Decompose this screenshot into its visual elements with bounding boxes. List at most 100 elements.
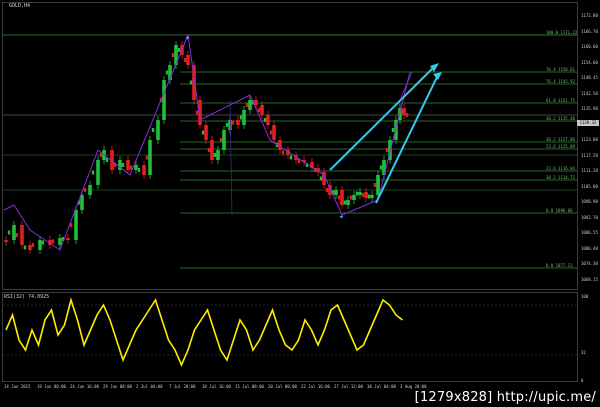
candle-body [289,155,293,160]
candle-body [183,58,187,62]
candle-body [222,130,226,150]
candle-body [129,165,133,170]
candle-body [367,194,371,199]
fibo-label: 38.2 1135.40 [546,116,575,121]
candle-body [355,191,359,196]
candle-body [142,165,146,175]
candle-body [7,230,11,235]
candle-body [216,150,220,160]
candle-body [23,245,27,250]
candle-body [385,148,389,152]
price-tick-label: 1172.80 [581,13,598,18]
candle-body [370,195,374,198]
candle-body [171,53,175,57]
vertical-line [229,99,233,216]
candle-body [151,128,155,132]
price-tick-label: 1080.40 [581,245,598,251]
time-tick-label: 30 Jul 04:00 [367,384,396,389]
fibo-label: 100.0 1171.22 [546,30,578,35]
price-tick-label: 1166.70 [581,28,598,34]
candle-body [15,233,19,237]
time-tick-label: 19 Jun 00:00 [37,384,66,389]
candle-body [80,195,84,210]
candle-body [254,100,258,105]
candle-body [156,120,160,140]
candle-body [28,245,32,250]
candle-body [121,163,125,167]
candle-body [340,190,344,205]
candle-body [242,110,246,125]
price-tick-label: 1086.55 [581,230,598,235]
fibo-label: 0.0 1096.86 [546,208,573,213]
candle-body [269,130,273,135]
candle-body [83,188,87,192]
candle-body [126,160,130,170]
candle-body [245,103,249,107]
candle-body [346,200,350,205]
candle-body [379,165,383,170]
candle-body [236,120,240,125]
candle-body [66,238,70,240]
candle-body [96,160,100,185]
candlesticks [4,41,409,254]
fibo-label: 38.2 1127.86 [546,137,575,142]
candle-body [272,125,276,140]
candle-body [373,183,377,187]
candle-body [248,100,252,110]
price-tick-label: 1148.45 [581,75,598,80]
candle-body [337,195,341,200]
candle-body [195,110,199,115]
rsi-indicator [3,297,577,368]
candle-body [349,195,353,200]
candle-body [334,190,338,195]
fibo-label: 76.4 1150.61 [546,67,575,72]
low-marker: ✦ [339,212,344,221]
candle-body [278,140,282,150]
price-tick-label: 1142.50 [581,90,598,96]
price-tick-label: 1160.60 [581,44,598,49]
candle-body [189,80,193,85]
candle-body [281,150,285,155]
time-tick-label: 7 Jul 20:00 [169,384,196,389]
candle-body [201,130,205,135]
candle-body [391,128,395,132]
candle-body [38,240,42,250]
candle-body [231,120,235,125]
candle-body [207,148,211,152]
price-tick-label: 1068.15 [581,276,598,282]
candle-body [358,192,362,195]
rsi-tick-label: 32 [581,350,586,355]
candle-body [137,168,141,172]
time-tick-label: 20 Jul 00:00 [268,384,297,389]
time-tick-label: 3 Aug 20:00 [400,384,427,389]
chart-canvas[interactable]: ✦✦ [0,0,600,407]
price-tick-label: 1135.90 [581,106,598,111]
candle-body [260,105,264,115]
price-tick-label: 1154.60 [581,59,598,65]
price-tick-label: 1105.00 [581,183,598,189]
fibo-label: 23.6 1116.04 [546,166,575,171]
candle-body [319,176,323,181]
time-tick-label: 14 Jun 2015 [4,384,31,389]
time-tick-label: 22 Jul 16:00 [301,384,330,389]
candle-body [91,170,95,175]
candle-body [74,210,78,240]
candle-body [186,55,190,65]
fibonacci-levels [3,34,577,269]
fibo-label: 76.4 1145.92 [546,79,575,84]
candle-body [352,195,356,200]
candle-body [165,70,169,75]
candle-body [105,158,109,162]
candle-body [263,118,267,122]
price-tick-label: 1123.00 [581,137,598,142]
candle-body [325,188,329,192]
price-tick-label: 1111.20 [581,168,598,173]
candle-body [266,115,270,125]
candle-body [51,239,55,244]
candle-body [239,115,243,120]
candle-body [41,240,45,245]
price-tick-label: 1098.90 [581,199,598,204]
time-tick-label: 27 Jul 12:00 [334,384,363,389]
price-tick-label: 1117.20 [581,152,598,158]
time-tick-label: 15 Jul 08:00 [235,384,264,389]
